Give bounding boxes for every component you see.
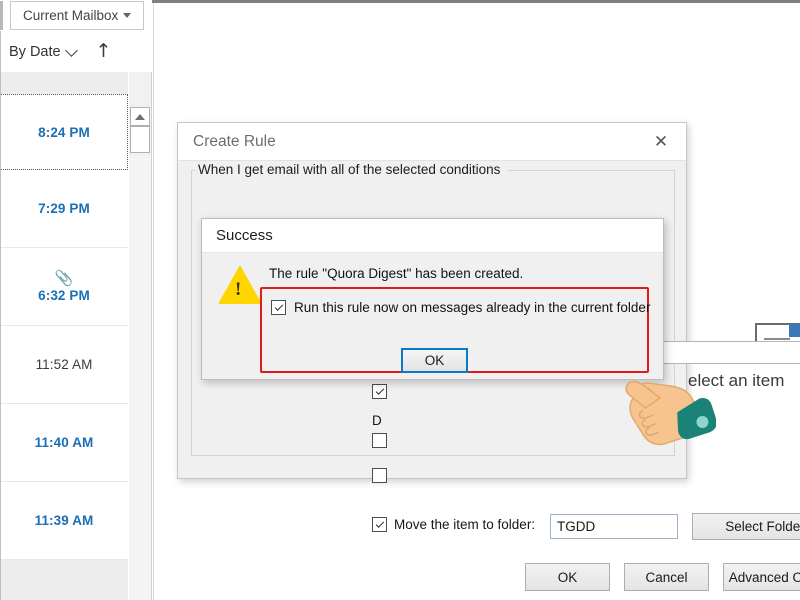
- list-item[interactable]: 11:52 AM: [0, 326, 128, 404]
- envelope-line-1: [764, 338, 790, 340]
- list-bottom-spacer: [0, 560, 128, 600]
- envelope-badge: [789, 324, 800, 337]
- checkbox-run-rule-now[interactable]: [271, 300, 286, 315]
- checkbox-move-to-folder[interactable]: [372, 517, 387, 532]
- paperclip-icon: 📎: [54, 268, 74, 287]
- do-following-label: D: [372, 413, 382, 428]
- sort-by-label[interactable]: By Date: [9, 44, 61, 60]
- groupbox-rule-left: [191, 170, 195, 171]
- mailbox-scope-dropdown[interactable]: Current Mailbox: [10, 1, 144, 30]
- list-item[interactable]: 8:24 PM: [0, 94, 128, 170]
- message-list-scroll-region[interactable]: 8:24 PM 7:29 PM 📎 6:32 PM 11:52 AM 11:40…: [0, 72, 128, 600]
- scroll-up-arrow-icon[interactable]: [130, 107, 150, 126]
- create-rule-ok-button[interactable]: OK: [525, 563, 610, 591]
- check-glyph: [274, 301, 283, 311]
- run-rule-now-row[interactable]: Run this rule now on messages already in…: [271, 300, 650, 315]
- triangle-up-glyph: [135, 113, 145, 120]
- left-panel-edge: [0, 1, 3, 30]
- message-list-scrollbar[interactable]: [129, 72, 151, 600]
- list-item[interactable]: 📎 6:32 PM: [0, 248, 128, 326]
- chevron-down-icon: [123, 13, 131, 18]
- checkbox-display-alert[interactable]: [372, 433, 387, 448]
- message-list-sortbar: By Date ↑: [0, 31, 152, 72]
- success-dialog: Success ! The rule "Quora Digest" has be…: [201, 218, 664, 380]
- groupbox-rule-right: [508, 170, 675, 171]
- create-rule-cancel-button[interactable]: Cancel: [624, 563, 709, 591]
- list-item[interactable]: 11:40 AM: [0, 404, 128, 482]
- select-folder-button[interactable]: Select Folder: [692, 513, 800, 540]
- check-glyph: [375, 385, 384, 395]
- check-glyph: [375, 518, 384, 528]
- message-time: 11:40 AM: [34, 435, 94, 450]
- condition-row-4[interactable]: [372, 433, 387, 448]
- app-root: Current Mailbox By Date ↑ 8:24 PM 7:29 P…: [0, 0, 800, 600]
- message-list-panel: By Date ↑ 8:24 PM 7:29 PM 📎 6:32 PM 11:5…: [0, 31, 152, 600]
- pane-divider[interactable]: [153, 3, 154, 600]
- checkbox-sent-to[interactable]: [372, 384, 387, 399]
- checkbox-play-sound[interactable]: [372, 468, 387, 483]
- move-to-folder-label: Move the item to folder:: [394, 517, 536, 532]
- move-to-folder-row[interactable]: Move the item to folder:: [372, 517, 535, 532]
- scrollbar-thumb[interactable]: [130, 126, 150, 153]
- advanced-options-button[interactable]: Advanced Options...: [723, 563, 800, 591]
- message-list-left-border: [0, 31, 1, 600]
- list-item[interactable]: 7:29 PM: [0, 170, 128, 248]
- arrow-up-icon[interactable]: ↑: [96, 42, 112, 61]
- success-ok-button[interactable]: OK: [401, 348, 468, 373]
- scrollbar-track[interactable]: [129, 156, 151, 600]
- list-item[interactable]: 11:39 AM: [0, 482, 128, 560]
- mailbox-scope-label: Current Mailbox: [23, 8, 119, 23]
- condition-row-5[interactable]: [372, 468, 387, 483]
- success-dialog-title: Success: [216, 227, 273, 244]
- move-folder-input[interactable]: TGDD: [550, 514, 678, 539]
- condition-row-3[interactable]: [372, 384, 387, 399]
- conditions-groupbox-legend: When I get email with all of the selecte…: [196, 162, 506, 178]
- warning-exclamation-glyph: !: [235, 279, 242, 300]
- message-time: 7:29 PM: [38, 201, 90, 216]
- message-time: 11:39 AM: [34, 513, 94, 528]
- create-rule-title: Create Rule: [193, 133, 276, 150]
- close-icon[interactable]: ✕: [644, 131, 678, 153]
- chevron-down-icon[interactable]: [64, 44, 78, 57]
- list-top-spacer: [0, 72, 128, 94]
- success-message: The rule "Quora Digest" has been created…: [269, 266, 524, 281]
- run-rule-now-label: Run this rule now on messages already in…: [294, 300, 651, 315]
- message-time: 11:52 AM: [35, 357, 93, 372]
- message-time: 8:24 PM: [38, 124, 90, 140]
- message-time: 6:32 PM: [38, 287, 90, 303]
- reading-pane-empty-text: elect an item: [688, 371, 785, 390]
